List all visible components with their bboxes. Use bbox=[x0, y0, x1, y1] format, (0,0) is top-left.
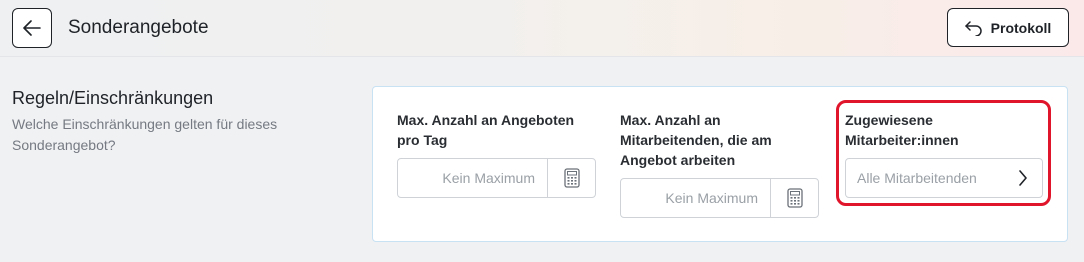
max-offers-placeholder[interactable]: Kein Maximum bbox=[398, 159, 547, 197]
assigned-employees-label: Zugewiesene Mitarbeiter:innen bbox=[845, 112, 959, 148]
calculator-icon bbox=[786, 188, 803, 208]
section-description: Welche Einschränkungen gelten für dieses… bbox=[12, 116, 278, 153]
max-offers-calculator-button[interactable] bbox=[547, 159, 595, 197]
max-employees-calculator-button[interactable] bbox=[770, 179, 818, 217]
assigned-employees-value: Alle Mitarbeitenden bbox=[857, 170, 977, 186]
page-header: Sonderangebote Protokoll bbox=[0, 0, 1084, 56]
undo-arrow-icon bbox=[964, 20, 982, 36]
protokoll-button[interactable]: Protokoll bbox=[947, 8, 1069, 47]
back-button[interactable] bbox=[12, 8, 52, 48]
chevron-right-icon bbox=[1019, 170, 1027, 186]
page-title: Sonderangebote bbox=[68, 17, 209, 38]
max-offers-label: Max. Anzahl an Angeboten pro Tag bbox=[397, 112, 575, 148]
header-divider bbox=[0, 56, 1084, 57]
protokoll-label: Protokoll bbox=[990, 19, 1052, 36]
max-employees-input[interactable]: Kein Maximum bbox=[620, 178, 819, 218]
calculator-icon bbox=[563, 168, 580, 188]
assigned-employees-select[interactable]: Alle Mitarbeitenden bbox=[845, 158, 1043, 198]
max-offers-input[interactable]: Kein Maximum bbox=[397, 158, 596, 198]
max-employees-placeholder[interactable]: Kein Maximum bbox=[621, 179, 770, 217]
max-employees-label: Max. Anzahl an Mitarbeitenden, die am An… bbox=[620, 112, 772, 168]
arrow-left-icon bbox=[23, 20, 41, 36]
section-heading: Regeln/Einschränkungen bbox=[12, 88, 214, 108]
